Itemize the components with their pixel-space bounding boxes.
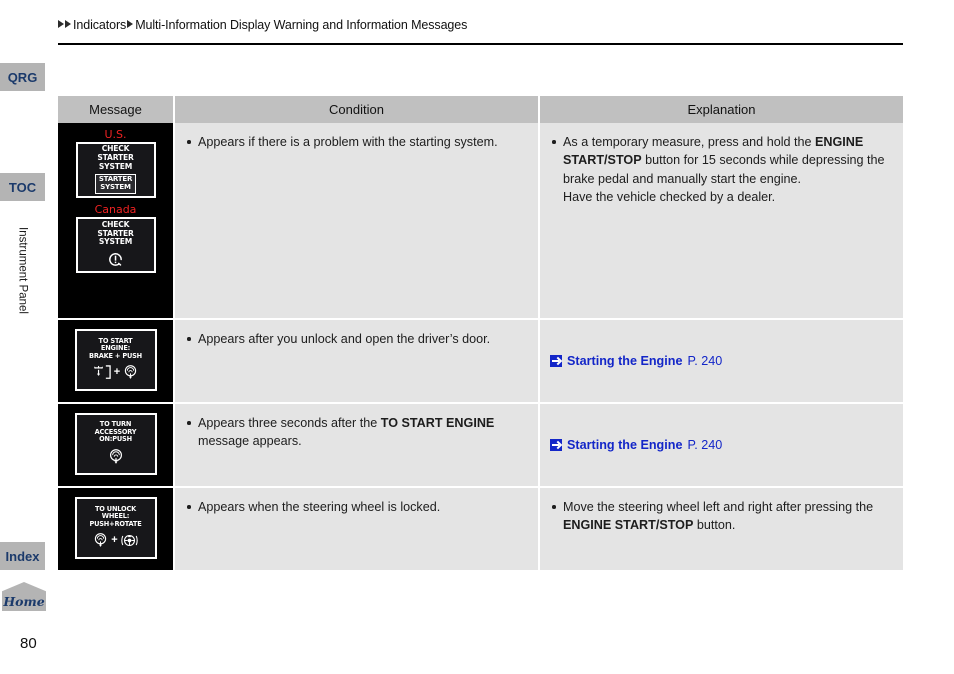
mid-line-3: PUSH+ROTATE [89,519,142,528]
column-header-explanation: Explanation [540,96,903,123]
condition-bold: TO START ENGINE [380,416,495,430]
home-button-label: Home [3,593,45,609]
breadcrumb-arrow-icon [127,20,134,28]
column-header-condition: Condition [175,96,538,123]
brake-pedal-icon [93,365,111,380]
explanation-part-2: button. [693,518,736,533]
cross-reference-label: Starting the Engine [567,437,683,452]
mid-icon-row [107,448,125,466]
explanation-cell: Starting the Engine P. 240 [540,404,903,486]
push-button-icon [109,448,122,464]
sidebar-tab-index[interactable]: Index [0,542,45,570]
sidebar-section-label: Instrument Panel [0,205,45,335]
condition-cell: Appears after you unlock and open the dr… [175,320,538,402]
plus-sign: + [113,366,121,379]
mid-line-3: BRAKE + PUSH [89,351,142,360]
arrow-link-icon [550,439,562,451]
table-header-row: Message Condition Explanation [58,96,903,123]
condition-text: Appears when the steering wheel is locke… [185,498,526,516]
condition-cell: Appears three seconds after the TO START… [175,404,538,486]
condition-part-1: Appears three seconds after the [198,416,381,430]
table-row: TO TURN ACCESSORY ON:PUSH Appears three … [58,404,903,486]
mid-display-unlock-wheel: TO UNLOCK WHEEL: PUSH+ROTATE + [74,497,157,559]
cross-reference-page: P. 240 [687,353,723,368]
mid-line-3: ON:PUSH [99,435,132,444]
breadcrumb: Indicators Multi-Information Display Warn… [58,18,468,32]
arrow-link-icon [550,355,562,367]
explanation-bold-1: ENGINE START/STOP [563,518,694,533]
explanation-cell: Starting the Engine P. 240 [540,320,903,402]
mid-line-3: SYSTEM [98,161,133,171]
message-display-cell: U.S. CHECK STARTER SYSTEM STARTER SYSTEM… [58,123,173,318]
breadcrumb-item-current: Multi-Information Display Warning and In… [135,18,468,32]
condition-cell: Appears if there is a problem with the s… [175,123,538,318]
header-divider [58,43,903,45]
breadcrumb-arrow-icon [65,20,71,28]
breadcrumb-item-indicators[interactable]: Indicators [73,18,126,32]
push-button-icon [95,533,107,548]
condition-part-2: message appears. [198,434,302,449]
mid-icon-row: + [92,532,138,549]
explanation-cell: As a temporary measure, press and hold t… [540,123,903,318]
mid-display-start-engine: TO START ENGINE: BRAKE + PUSH + [74,329,157,391]
plus-sign: + [111,534,118,547]
explanation-part-1: Move the steering wheel left and right a… [563,500,874,514]
mid-line-3: SYSTEM [98,237,133,247]
starter-system-badge-icon: STARTER SYSTEM [94,174,137,194]
message-display-cell: TO UNLOCK WHEEL: PUSH+ROTATE + [58,488,173,570]
steering-wheel-rotate-icon [121,535,138,547]
explanation-text: As a temporary measure, press and hold t… [550,133,891,206]
message-display-cell: TO START ENGINE: BRAKE + PUSH + [58,320,173,402]
condition-text: Appears three seconds after the TO START… [185,414,526,451]
condition-text: Appears if there is a problem with the s… [185,133,526,151]
sidebar-home-button[interactable]: Home [2,582,46,611]
exclamation-circle-icon [109,253,122,266]
mid-display-us: CHECK STARTER SYSTEM STARTER SYSTEM [75,142,156,198]
explanation-text: Move the steering wheel left and right a… [550,498,891,535]
explanation-part-3: Have the vehicle checked by a dealer. [563,189,776,204]
region-label-canada: Canada [94,203,137,216]
message-display-cell: TO TURN ACCESSORY ON:PUSH [58,404,173,486]
cross-reference-link[interactable]: Starting the Engine P. 240 [550,352,722,370]
breadcrumb-arrow-icon [58,20,64,28]
cross-reference-page: P. 240 [687,437,723,452]
table-row: TO UNLOCK WHEEL: PUSH+ROTATE + Appears w… [58,488,903,570]
explanation-cell: Move the steering wheel left and right a… [540,488,903,570]
mid-display-canada: CHECK STARTER SYSTEM [75,217,156,273]
page-number: 80 [20,635,37,652]
mid-icon-row: + [92,364,139,381]
sidebar-tab-qrg[interactable]: QRG [0,63,45,91]
table-body: U.S. CHECK STARTER SYSTEM STARTER SYSTEM… [58,123,903,570]
sidebar-section-label-text: Instrument Panel [16,226,29,314]
cross-reference-label: Starting the Engine [567,353,683,368]
column-header-message: Message [58,96,173,123]
condition-cell: Appears when the steering wheel is locke… [175,488,538,570]
cross-reference-link[interactable]: Starting the Engine P. 240 [550,436,722,454]
explanation-part-1: As a temporary measure, press and hold t… [563,135,816,149]
mid-icon-row [107,251,124,268]
sidebar-tab-toc[interactable]: TOC [0,173,45,201]
table-row: TO START ENGINE: BRAKE + PUSH + Appears … [58,320,903,402]
messages-table: Message Condition Explanation U.S. CHECK… [58,96,903,570]
condition-text: Appears after you unlock and open the dr… [185,330,526,348]
table-row: U.S. CHECK STARTER SYSTEM STARTER SYSTEM… [58,123,903,318]
push-button-icon [125,365,137,380]
badge-line-2: SYSTEM [100,182,131,191]
region-label-us: U.S. [104,128,127,141]
mid-display-accessory: TO TURN ACCESSORY ON:PUSH [74,413,157,475]
